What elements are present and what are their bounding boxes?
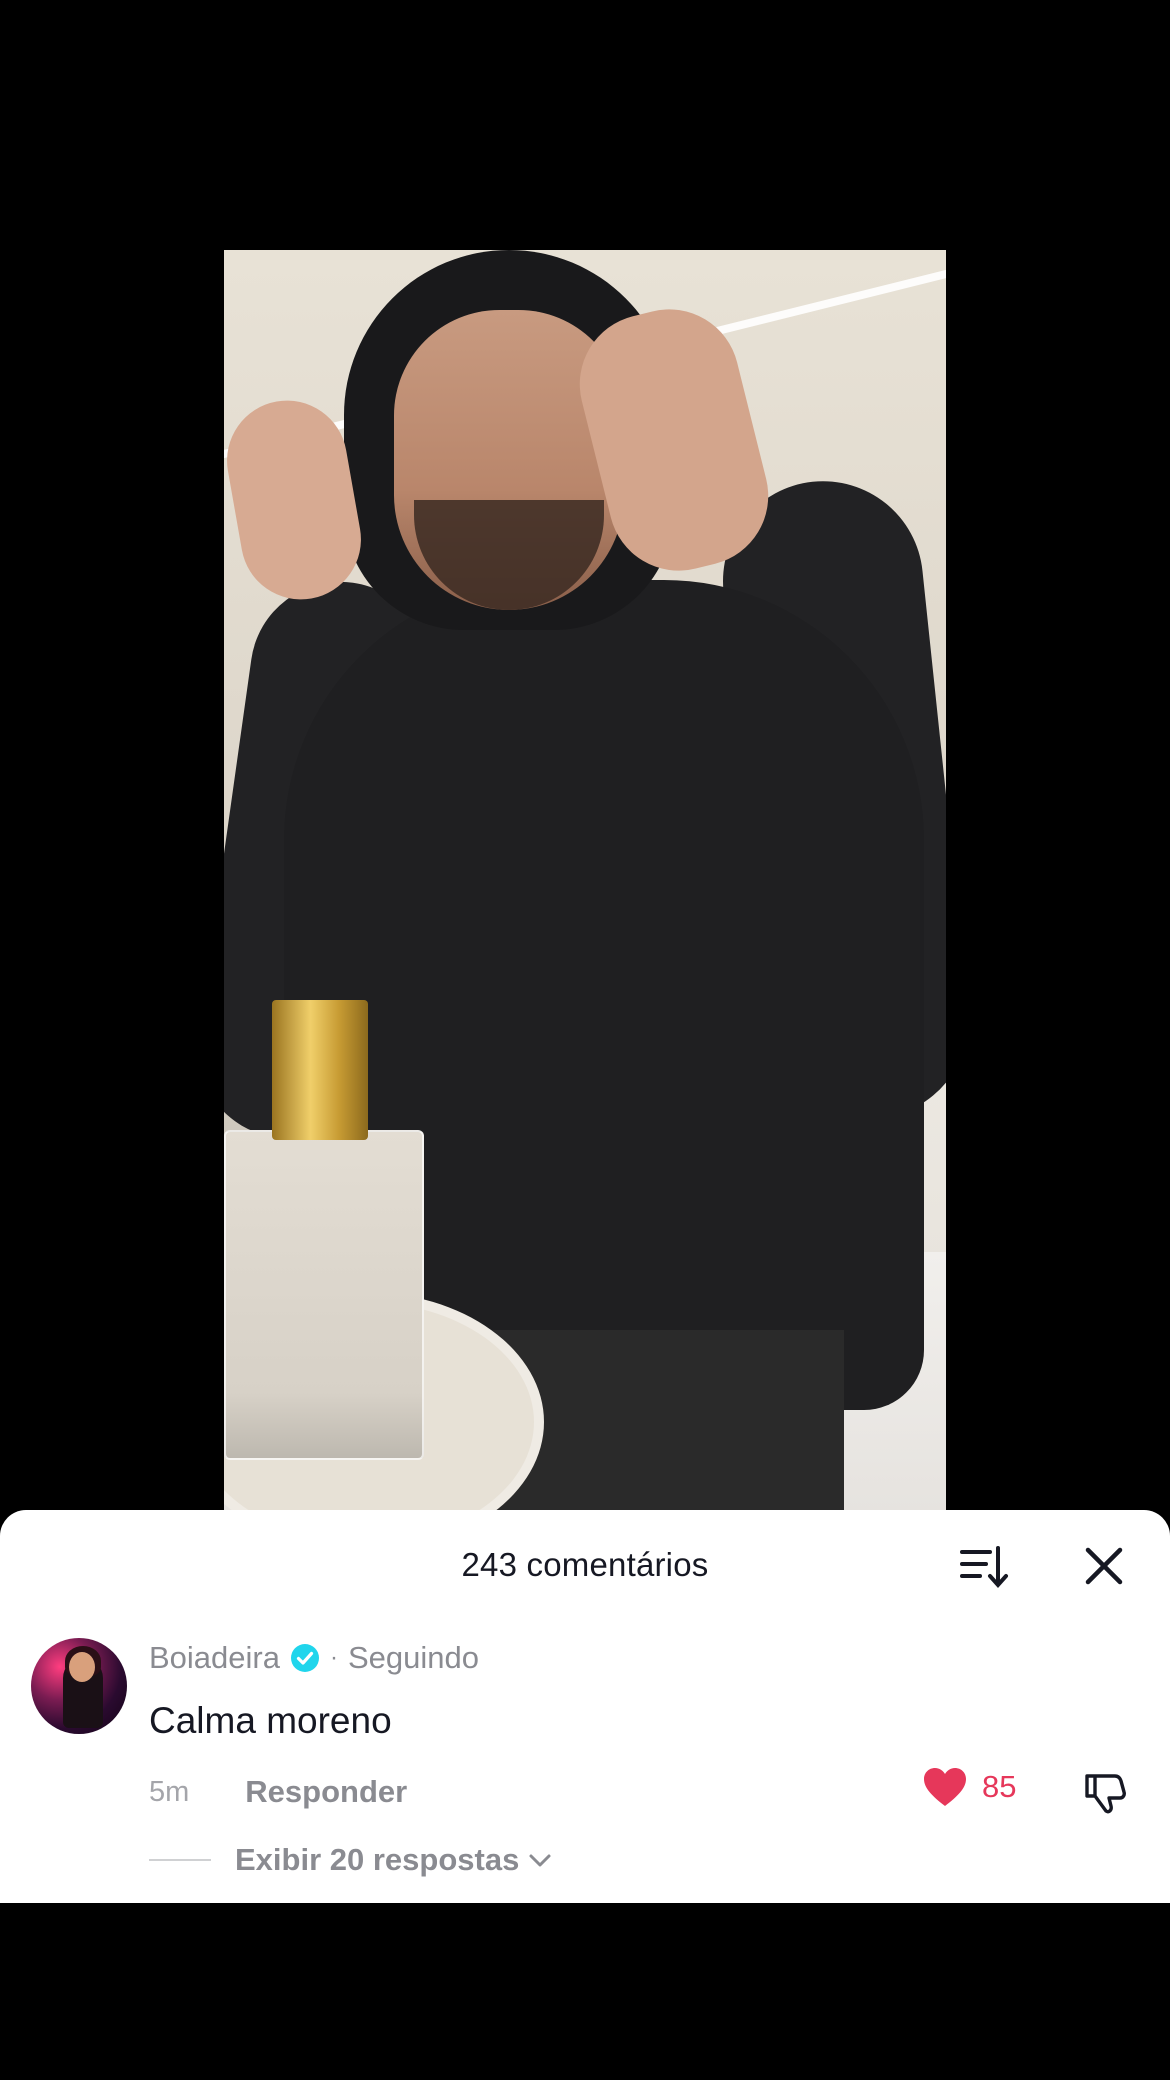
soap-bottle (224, 1130, 424, 1460)
dislike-button[interactable] (1081, 1768, 1129, 1816)
follow-status: Seguindo (347, 1640, 479, 1675)
close-button[interactable] (1078, 1540, 1130, 1592)
close-icon (1085, 1547, 1123, 1585)
comment-time: 5m (149, 1775, 190, 1808)
commenter-avatar[interactable] (31, 1638, 127, 1734)
chevron-down-icon (529, 1854, 551, 1867)
soap-pump-cap (272, 1000, 368, 1140)
sort-button[interactable] (958, 1540, 1010, 1592)
like-button[interactable]: 85 (922, 1766, 1016, 1808)
comment-meta: 5m Responder (149, 1774, 407, 1810)
comment-header: Boiadeira · Seguindo (149, 1640, 479, 1676)
reply-button[interactable]: Responder (245, 1774, 407, 1810)
like-count: 85 (982, 1769, 1017, 1804)
view-replies-button[interactable]: Exibir 20 respostas (149, 1842, 553, 1878)
comments-sheet: 243 comentários Boiadeira · Seguindo Cal… (0, 1510, 1170, 1903)
comment-text: Calma moreno (149, 1700, 392, 1741)
thumbs-down-icon (1085, 1774, 1126, 1814)
heart-filled-icon (924, 1768, 966, 1806)
separator-dot: · (329, 1644, 338, 1671)
verified-badge-icon (290, 1644, 319, 1672)
sort-icon (960, 1546, 1008, 1589)
avatar-head (69, 1652, 95, 1682)
replies-divider (149, 1859, 211, 1861)
commenter-username[interactable]: Boiadeira (149, 1640, 280, 1676)
video-preview[interactable] (224, 250, 946, 1512)
view-replies-label: Exibir 20 respostas (235, 1842, 520, 1877)
